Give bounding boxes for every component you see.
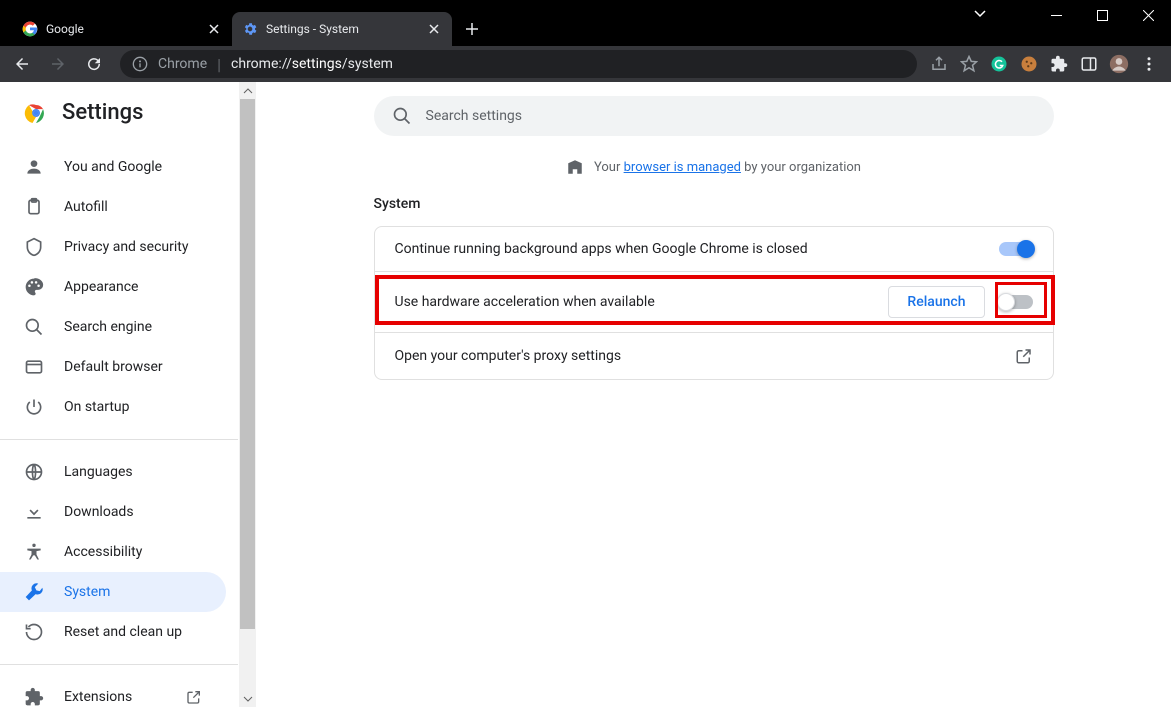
window-titlebar: Google Settings - System — [0, 0, 1171, 46]
nav-system[interactable]: System — [0, 572, 226, 612]
side-panel-icon[interactable] — [1077, 52, 1101, 76]
url-text: chrome://settings/system — [231, 56, 393, 72]
url-scheme-label: Chrome — [158, 56, 207, 72]
main-panel: Your browser is managed by your organiza… — [256, 82, 1171, 707]
site-info-icon[interactable] — [132, 56, 148, 72]
nav-languages[interactable]: Languages — [0, 452, 226, 492]
extensions-icon[interactable] — [1047, 52, 1071, 76]
search-icon — [392, 106, 412, 126]
row-label: Continue running background apps when Go… — [395, 241, 999, 257]
search-settings-box[interactable] — [374, 96, 1054, 136]
building-icon — [566, 158, 584, 176]
close-icon[interactable] — [206, 21, 222, 37]
row-label: Open your computer's proxy settings — [395, 348, 1015, 364]
divider — [0, 439, 238, 440]
profile-avatar[interactable] — [1107, 52, 1131, 76]
tab-google[interactable]: Google — [12, 12, 232, 46]
tab-settings[interactable]: Settings - System — [232, 12, 452, 46]
clipboard-icon — [24, 197, 44, 217]
chrome-logo-icon — [24, 101, 48, 125]
external-link-icon — [186, 689, 202, 705]
section-title: System — [374, 196, 1054, 212]
bookmark-icon[interactable] — [957, 52, 981, 76]
close-window-button[interactable] — [1125, 0, 1171, 30]
nav-default-browser[interactable]: Default browser — [0, 347, 226, 387]
gear-icon — [242, 21, 258, 37]
nav-you-and-google[interactable]: You and Google — [0, 147, 226, 187]
external-link-icon — [1015, 347, 1033, 365]
nav-on-startup[interactable]: On startup — [0, 387, 226, 427]
reload-button[interactable] — [78, 48, 110, 80]
accessibility-icon — [24, 542, 44, 562]
scrollbar-thumb[interactable] — [240, 99, 255, 629]
browser-toolbar: Chrome | chrome://settings/system — [0, 46, 1171, 82]
menu-icon[interactable] — [1137, 52, 1161, 76]
tab-strip: Google Settings - System — [0, 0, 486, 46]
row-proxy[interactable]: Open your computer's proxy settings — [375, 332, 1053, 379]
scroll-down-icon[interactable] — [239, 690, 256, 707]
settings-sidebar: Settings You and Google Autofill Privacy… — [0, 82, 238, 707]
nav-downloads[interactable]: Downloads — [0, 492, 226, 532]
extension-cookie-icon[interactable] — [1017, 52, 1041, 76]
restore-icon — [24, 622, 44, 642]
nav-reset[interactable]: Reset and clean up — [0, 612, 226, 652]
browser-icon — [24, 357, 44, 377]
extension-grammarly-icon[interactable] — [987, 52, 1011, 76]
nav-search-engine[interactable]: Search engine — [0, 307, 226, 347]
shield-icon — [24, 237, 44, 257]
row-label: Use hardware acceleration when available — [395, 294, 889, 310]
scroll-up-icon[interactable] — [239, 82, 256, 99]
nav-extensions[interactable]: Extensions — [0, 677, 226, 707]
wrench-icon — [24, 582, 44, 602]
managed-link[interactable]: browser is managed — [624, 160, 741, 175]
managed-notice: Your browser is managed by your organiza… — [566, 158, 861, 176]
toolbar-actions — [927, 52, 1165, 76]
relaunch-button[interactable]: Relaunch — [888, 286, 984, 318]
search-icon — [24, 317, 44, 337]
nav-accessibility[interactable]: Accessibility — [0, 532, 226, 572]
search-input[interactable] — [426, 108, 1036, 124]
address-bar[interactable]: Chrome | chrome://settings/system — [120, 50, 917, 78]
person-icon — [24, 157, 44, 177]
download-icon — [24, 502, 44, 522]
nav-section-3: Extensions — [0, 673, 238, 707]
tab-title: Settings - System — [266, 22, 418, 36]
row-hardware-accel: Use hardware acceleration when available… — [375, 271, 1053, 332]
tab-search-icon[interactable] — [973, 6, 987, 20]
sidebar-container: Settings You and Google Autofill Privacy… — [0, 82, 256, 707]
toggle-background-apps[interactable] — [999, 242, 1033, 256]
palette-icon — [24, 277, 44, 297]
minimize-button[interactable] — [1033, 0, 1079, 30]
nav-autofill[interactable]: Autofill — [0, 187, 226, 227]
window-controls — [1033, 0, 1171, 30]
tab-title: Google — [46, 22, 198, 36]
nav-section-1: You and Google Autofill Privacy and secu… — [0, 143, 238, 431]
sidebar-scrollbar[interactable] — [239, 82, 256, 707]
nav-appearance[interactable]: Appearance — [0, 267, 226, 307]
globe-icon — [24, 462, 44, 482]
maximize-button[interactable] — [1079, 0, 1125, 30]
google-favicon — [22, 21, 38, 37]
page-title: Settings — [62, 100, 143, 125]
puzzle-icon — [24, 687, 44, 707]
sidebar-header: Settings — [0, 82, 238, 143]
row-background-apps: Continue running background apps when Go… — [375, 227, 1053, 271]
close-icon[interactable] — [426, 21, 442, 37]
nav-privacy[interactable]: Privacy and security — [0, 227, 226, 267]
new-tab-button[interactable] — [458, 15, 486, 43]
back-button[interactable] — [6, 48, 38, 80]
page-content: Settings You and Google Autofill Privacy… — [0, 82, 1171, 707]
power-icon — [24, 397, 44, 417]
forward-button[interactable] — [42, 48, 74, 80]
toggle-hardware-accel[interactable] — [999, 295, 1033, 309]
system-settings-card: Continue running background apps when Go… — [374, 226, 1054, 380]
nav-section-2: Languages Downloads Accessibility System… — [0, 448, 238, 656]
divider — [0, 664, 238, 665]
share-icon[interactable] — [927, 52, 951, 76]
